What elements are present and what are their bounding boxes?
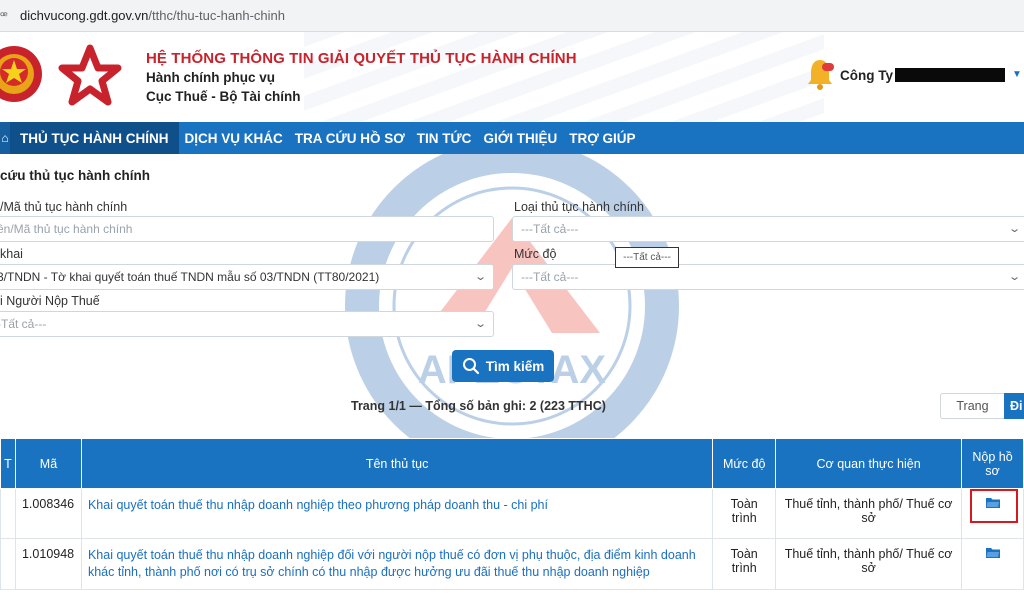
row-submit-cell (961, 538, 1024, 590)
url-path: /tthc/thu-tuc-hanh-chinh (148, 8, 285, 23)
site-header: HỆ THỐNG THÔNG TIN GIẢI QUYẾT THỦ TỤC HÀ… (0, 32, 1024, 122)
apectax-watermark: APECTAX (345, 148, 679, 463)
site-info-icon[interactable]: ꟹ (0, 9, 10, 23)
go-page-button[interactable]: Đi (1004, 393, 1024, 419)
agency-name: Cục Thuế - Bộ Tài chính (146, 89, 301, 104)
chevron-down-icon: ⌄ (1007, 223, 1021, 235)
table-row: 1.010948 Khai quyết toán thuế thu nhập d… (0, 538, 1024, 590)
nav-gioi-thieu[interactable]: GIỚI THIỆU (477, 122, 563, 154)
level-label: Mức độ (514, 247, 557, 261)
system-subtitle: Hành chính phục vụ (146, 70, 276, 85)
main-nav: ⌂ THỦ TỤC HÀNH CHÍNH DỊCH VỤ KHÁC TRA CỨ… (0, 122, 1024, 154)
browser-address-bar[interactable]: ꟹ dichvucong.gdt.gov.vn /tthc/thu-tuc-ha… (0, 0, 1024, 32)
search-icon (462, 358, 479, 375)
level-select[interactable]: ---Tất cả--- ⌄ (512, 264, 1024, 290)
table-header-row: T Mã Tên thủ tục Mức độ Cơ quan thực hiệ… (0, 438, 1024, 489)
row-procedure-link[interactable]: Khai quyết toán thuế thu nhập doanh nghi… (80, 488, 714, 539)
notification-bell-icon[interactable] (806, 57, 834, 91)
col-agency: Cơ quan thực hiện (775, 438, 962, 489)
chevron-down-icon: ⌄ (473, 318, 487, 330)
highlight-box (970, 489, 1018, 523)
national-emblem-icon (0, 46, 42, 102)
nav-tin-tuc[interactable]: TIN TỨC (411, 122, 478, 154)
row-agency: Thuế tỉnh, thành phố/ Thuế cơ sở (775, 538, 962, 590)
search-button-label: Tìm kiếm (485, 358, 545, 374)
results-summary: Trang 1/1 — Tổng số bản ghi: 2 (223 TTHC… (351, 399, 606, 413)
procedure-name-input[interactable]: ên/Mã thủ tục hành chính (0, 216, 494, 242)
col-level: Mức độ (712, 438, 777, 489)
system-title: HỆ THỐNG THÔNG TIN GIẢI QUYẾT THỦ TỤC HÀ… (146, 50, 577, 67)
nav-tro-giup[interactable]: TRỢ GIÚP (563, 122, 641, 154)
row-level: Toàn trình (712, 488, 777, 539)
nav-thu-tuc-hanh-chinh[interactable]: THỦ TỤC HÀNH CHÍNH (10, 122, 179, 154)
chevron-down-icon: ⌄ (1007, 271, 1021, 283)
open-folder-icon[interactable] (985, 547, 1000, 558)
home-icon[interactable]: ⌂ (0, 122, 10, 154)
row-code: 1.010948 (14, 538, 82, 590)
taxpayer-label: i Người Nộp Thuế (0, 294, 100, 308)
redacted-company-name (895, 68, 1005, 82)
chevron-down-icon: ⌄ (473, 271, 487, 283)
procedure-type-label: Loại thủ tục hành chính (514, 200, 644, 214)
nav-tra-cuu-ho-so[interactable]: TRA CỨU HỒ SƠ (289, 122, 411, 154)
row-index (0, 488, 16, 539)
procedure-table: T Mã Tên thủ tục Mức độ Cơ quan thực hiệ… (0, 438, 1024, 590)
declaration-select[interactable]: 3/TNDN - Tờ khai quyết toán thuế TNDN mẫ… (0, 264, 494, 290)
taxpayer-select[interactable]: -Tất cả--- ⌄ (0, 311, 494, 337)
nav-dich-vu-khac[interactable]: DỊCH VỤ KHÁC (179, 122, 289, 154)
search-button[interactable]: Tìm kiếm (452, 350, 554, 382)
col-name: Tên thủ tục (80, 438, 714, 489)
col-submit: Nộp hồ sơ (961, 438, 1024, 489)
level-tooltip: ---Tất cả--- (615, 247, 679, 268)
row-level: Toàn trình (712, 538, 777, 590)
table-row: 1.008346 Khai quyết toán thuế thu nhập d… (0, 488, 1024, 539)
declaration-label: khai (0, 247, 23, 261)
header-background-pattern (304, 32, 824, 122)
form-title: cứu thủ tục hành chính (0, 168, 151, 183)
row-agency: Thuế tỉnh, thành phố/ Thuế cơ sở (775, 488, 962, 539)
user-company-name[interactable]: Công Ty (840, 68, 893, 83)
pagination-control: Trang Đi (940, 393, 1024, 419)
row-procedure-link[interactable]: Khai quyết toán thuế thu nhập doanh nghi… (80, 538, 714, 590)
col-code: Mã (14, 438, 82, 489)
page-number-input[interactable]: Trang (940, 393, 1004, 419)
col-stt: T (0, 438, 16, 489)
row-index (0, 538, 16, 590)
procedure-type-select[interactable]: ---Tất cả--- ⌄ (512, 216, 1024, 242)
procedure-name-label: /Mã thủ tục hành chính (0, 200, 128, 214)
gdt-logo-icon (58, 44, 122, 106)
user-menu-caret-icon[interactable]: ▼ (1012, 69, 1022, 80)
row-code: 1.008346 (14, 488, 82, 539)
url-host: dichvucong.gdt.gov.vn (20, 8, 149, 23)
